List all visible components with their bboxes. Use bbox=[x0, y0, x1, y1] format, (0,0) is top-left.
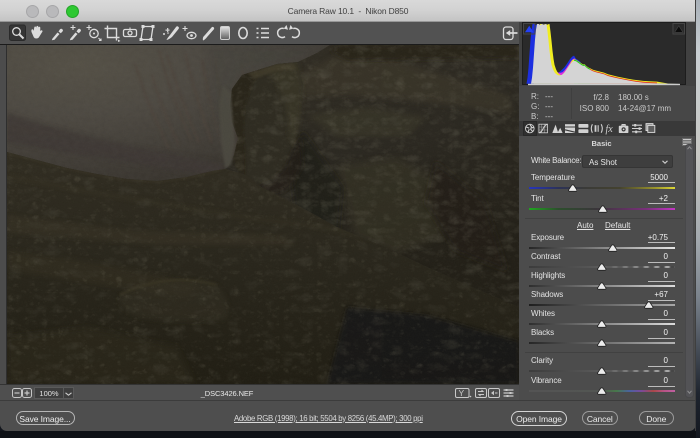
svg-text:fx: fx bbox=[606, 124, 614, 135]
svg-text:Y: Y bbox=[459, 388, 465, 398]
